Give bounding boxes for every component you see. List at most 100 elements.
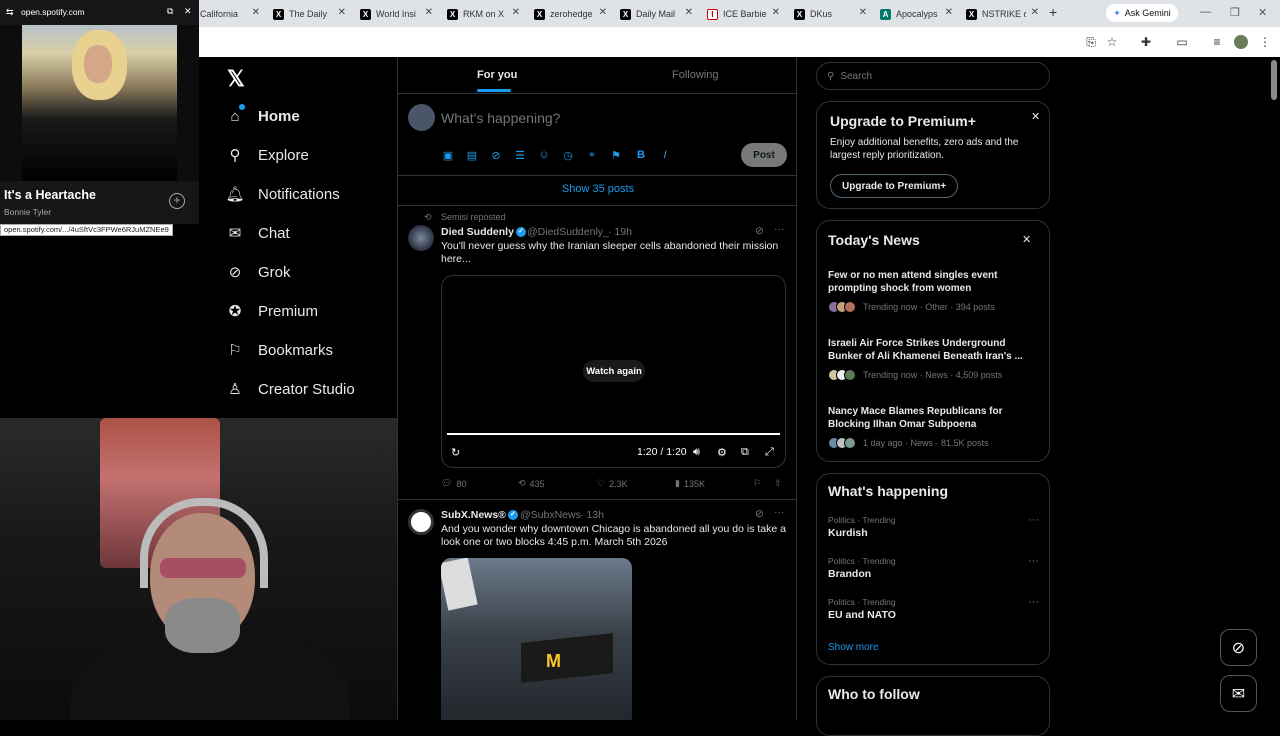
gif-icon[interactable]: ▤ (466, 149, 478, 162)
nav-home[interactable]: ⌂ Home (226, 101, 300, 131)
trend-name[interactable]: Kurdish (828, 527, 868, 539)
news-headline[interactable]: Nancy Mace Blames Republicans for Blocki… (828, 405, 1028, 431)
scrollbar[interactable] (1271, 60, 1277, 100)
bold-icon[interactable]: B (635, 149, 647, 161)
tab-search-icon[interactable]: ≡ (1210, 35, 1224, 49)
reply-button[interactable]: 💬︎ 80 (441, 478, 466, 489)
close-icon[interactable]: ✕ (772, 7, 780, 18)
settings-icon[interactable]: ⚙ (717, 446, 727, 459)
tweet-author[interactable]: SubX.News® ✓ (441, 509, 518, 521)
schedule-icon[interactable]: ◷ (562, 149, 574, 162)
show-posts-button[interactable]: Show 35 posts (398, 183, 796, 195)
close-icon[interactable]: ✕ (512, 7, 520, 18)
more-icon[interactable]: ··· (1028, 596, 1039, 608)
x-logo-icon[interactable]: 𝕏 (227, 66, 245, 92)
emoji-icon[interactable]: ☺ (538, 149, 550, 161)
browser-tab[interactable]: California ✕ (200, 3, 260, 25)
browser-tab[interactable]: A Apocalyps ✕ (880, 3, 953, 25)
grok-fab[interactable]: ⊘ (1220, 629, 1257, 666)
tab-following[interactable]: Following (672, 69, 718, 81)
views-button[interactable]: ▮ 135K (675, 478, 705, 489)
flag-icon[interactable]: ⚑ (610, 149, 622, 162)
close-icon[interactable]: ✕ (338, 7, 346, 18)
close-icon[interactable]: ✕ (1031, 110, 1040, 123)
browser-tab[interactable]: X NSTRIKE o ✕ (966, 3, 1039, 25)
more-icon[interactable]: ··· (774, 506, 785, 518)
menu-icon[interactable]: ⋮ (1258, 35, 1272, 49)
video-player[interactable]: Watch again ↻ 1:20 / 1:20 🔊︎ ⚙ ⧉ ⤢ (441, 275, 786, 468)
browser-tab[interactable]: X Daily Mail ✕ (620, 3, 693, 25)
close-icon[interactable]: ✕ (859, 7, 867, 18)
browser-tab[interactable]: I ICE Barbie ✕ (707, 3, 780, 25)
profile-avatar[interactable] (1234, 35, 1248, 49)
extensions-icon[interactable]: ✚ (1139, 35, 1153, 49)
compose-input[interactable]: What's happening? (441, 110, 560, 126)
nav-premium[interactable]: ✪ Premium (226, 296, 318, 326)
fullscreen-icon[interactable]: ⤢ (765, 446, 774, 459)
avatar[interactable] (408, 104, 435, 131)
nav-creator-studio[interactable]: ♙ Creator Studio (226, 374, 354, 404)
nav-notifications[interactable]: 🔔︎ Notifications (225, 179, 339, 209)
sidepanel-icon[interactable]: ▭ (1175, 35, 1189, 49)
new-tab-button[interactable]: + (1049, 4, 1057, 20)
close-icon[interactable]: ✕ (1031, 7, 1039, 18)
replay-icon[interactable]: ↻ (451, 446, 460, 459)
tweet-handle[interactable]: @SubxNews (520, 509, 581, 521)
avatar[interactable] (408, 509, 434, 535)
nav-bookmarks[interactable]: ⚐ Bookmarks (226, 335, 333, 365)
close-icon[interactable]: ✕ (685, 7, 693, 18)
poll-icon[interactable]: ☰ (514, 149, 526, 162)
browser-tab[interactable]: Xzerohedge ✕ (534, 3, 607, 25)
browser-tab[interactable]: X DKus ✕ (794, 3, 867, 25)
image-icon[interactable]: ▣ (442, 149, 454, 162)
add-icon[interactable]: + (169, 193, 185, 209)
expand-icon[interactable]: ⧉ (167, 6, 173, 17)
italic-icon[interactable]: I (659, 149, 671, 161)
more-icon[interactable]: ··· (1028, 514, 1039, 526)
close-window-icon[interactable]: ✕ (1258, 6, 1267, 19)
grok-icon[interactable]: ⊘ (490, 149, 502, 162)
volume-icon[interactable]: 🔊︎ (693, 446, 700, 459)
news-headline[interactable]: Few or no men attend singles event promp… (828, 269, 1028, 295)
close-icon[interactable]: ✕ (1022, 233, 1031, 246)
grok-icon[interactable]: ⊘ (755, 508, 764, 520)
nav-grok[interactable]: ⊘ Grok (226, 257, 291, 287)
post-button[interactable]: Post (741, 143, 787, 167)
nav-chat[interactable]: ✉ Chat (226, 218, 290, 248)
close-icon[interactable]: ✕ (599, 7, 607, 18)
grok-icon[interactable]: ⊘ (755, 225, 764, 237)
like-button[interactable]: ♡ 2.3K (597, 478, 628, 489)
tweet-photo[interactable]: M (441, 558, 632, 720)
bookmark-icon[interactable]: ⚐ (753, 478, 761, 489)
ask-gemini-button[interactable]: ✦ Ask Gemini (1106, 4, 1178, 22)
location-icon[interactable]: ⌖ (586, 149, 598, 161)
video-progress-bar[interactable] (447, 433, 780, 435)
install-icon[interactable]: ⎘ (1084, 35, 1098, 49)
upgrade-button[interactable]: Upgrade to Premium+ (830, 174, 959, 198)
tweet-author[interactable]: Died Suddenly ✓ (441, 226, 526, 238)
close-icon[interactable]: ✕ (945, 7, 953, 18)
search-input[interactable]: ⚲ Search (816, 62, 1050, 90)
tweet-handle[interactable]: @DiedSuddenly_ (527, 226, 609, 238)
minimize-icon[interactable]: — (1200, 6, 1211, 18)
more-icon[interactable]: ··· (1028, 555, 1039, 567)
browser-tab[interactable]: X World Insi ✕ (360, 3, 433, 25)
trend-name[interactable]: EU and NATO (828, 609, 896, 621)
pip-icon[interactable]: ⧉ (741, 446, 749, 459)
share-icon[interactable]: ⇧ (774, 478, 782, 489)
watch-again-button[interactable]: Watch again (583, 360, 645, 382)
news-headline[interactable]: Israeli Air Force Strikes Underground Bu… (828, 337, 1028, 363)
restore-icon[interactable]: ❐ (1230, 6, 1240, 19)
star-icon[interactable]: ☆ (1105, 35, 1119, 49)
show-more-link[interactable]: Show more (828, 642, 879, 653)
nav-explore[interactable]: ⚲ Explore (226, 140, 309, 170)
browser-tab[interactable]: X RKM on X ✕ (447, 3, 520, 25)
close-icon[interactable]: ✕ (184, 6, 192, 17)
tab-for-you[interactable]: For you (477, 69, 517, 81)
tweet-time[interactable]: · 13h (580, 509, 604, 521)
trend-name[interactable]: Brandon (828, 568, 871, 580)
messages-fab[interactable]: ✉ (1220, 675, 1257, 712)
close-icon[interactable]: ✕ (252, 7, 260, 18)
close-icon[interactable]: ✕ (425, 7, 433, 18)
more-icon[interactable]: ··· (774, 223, 785, 235)
